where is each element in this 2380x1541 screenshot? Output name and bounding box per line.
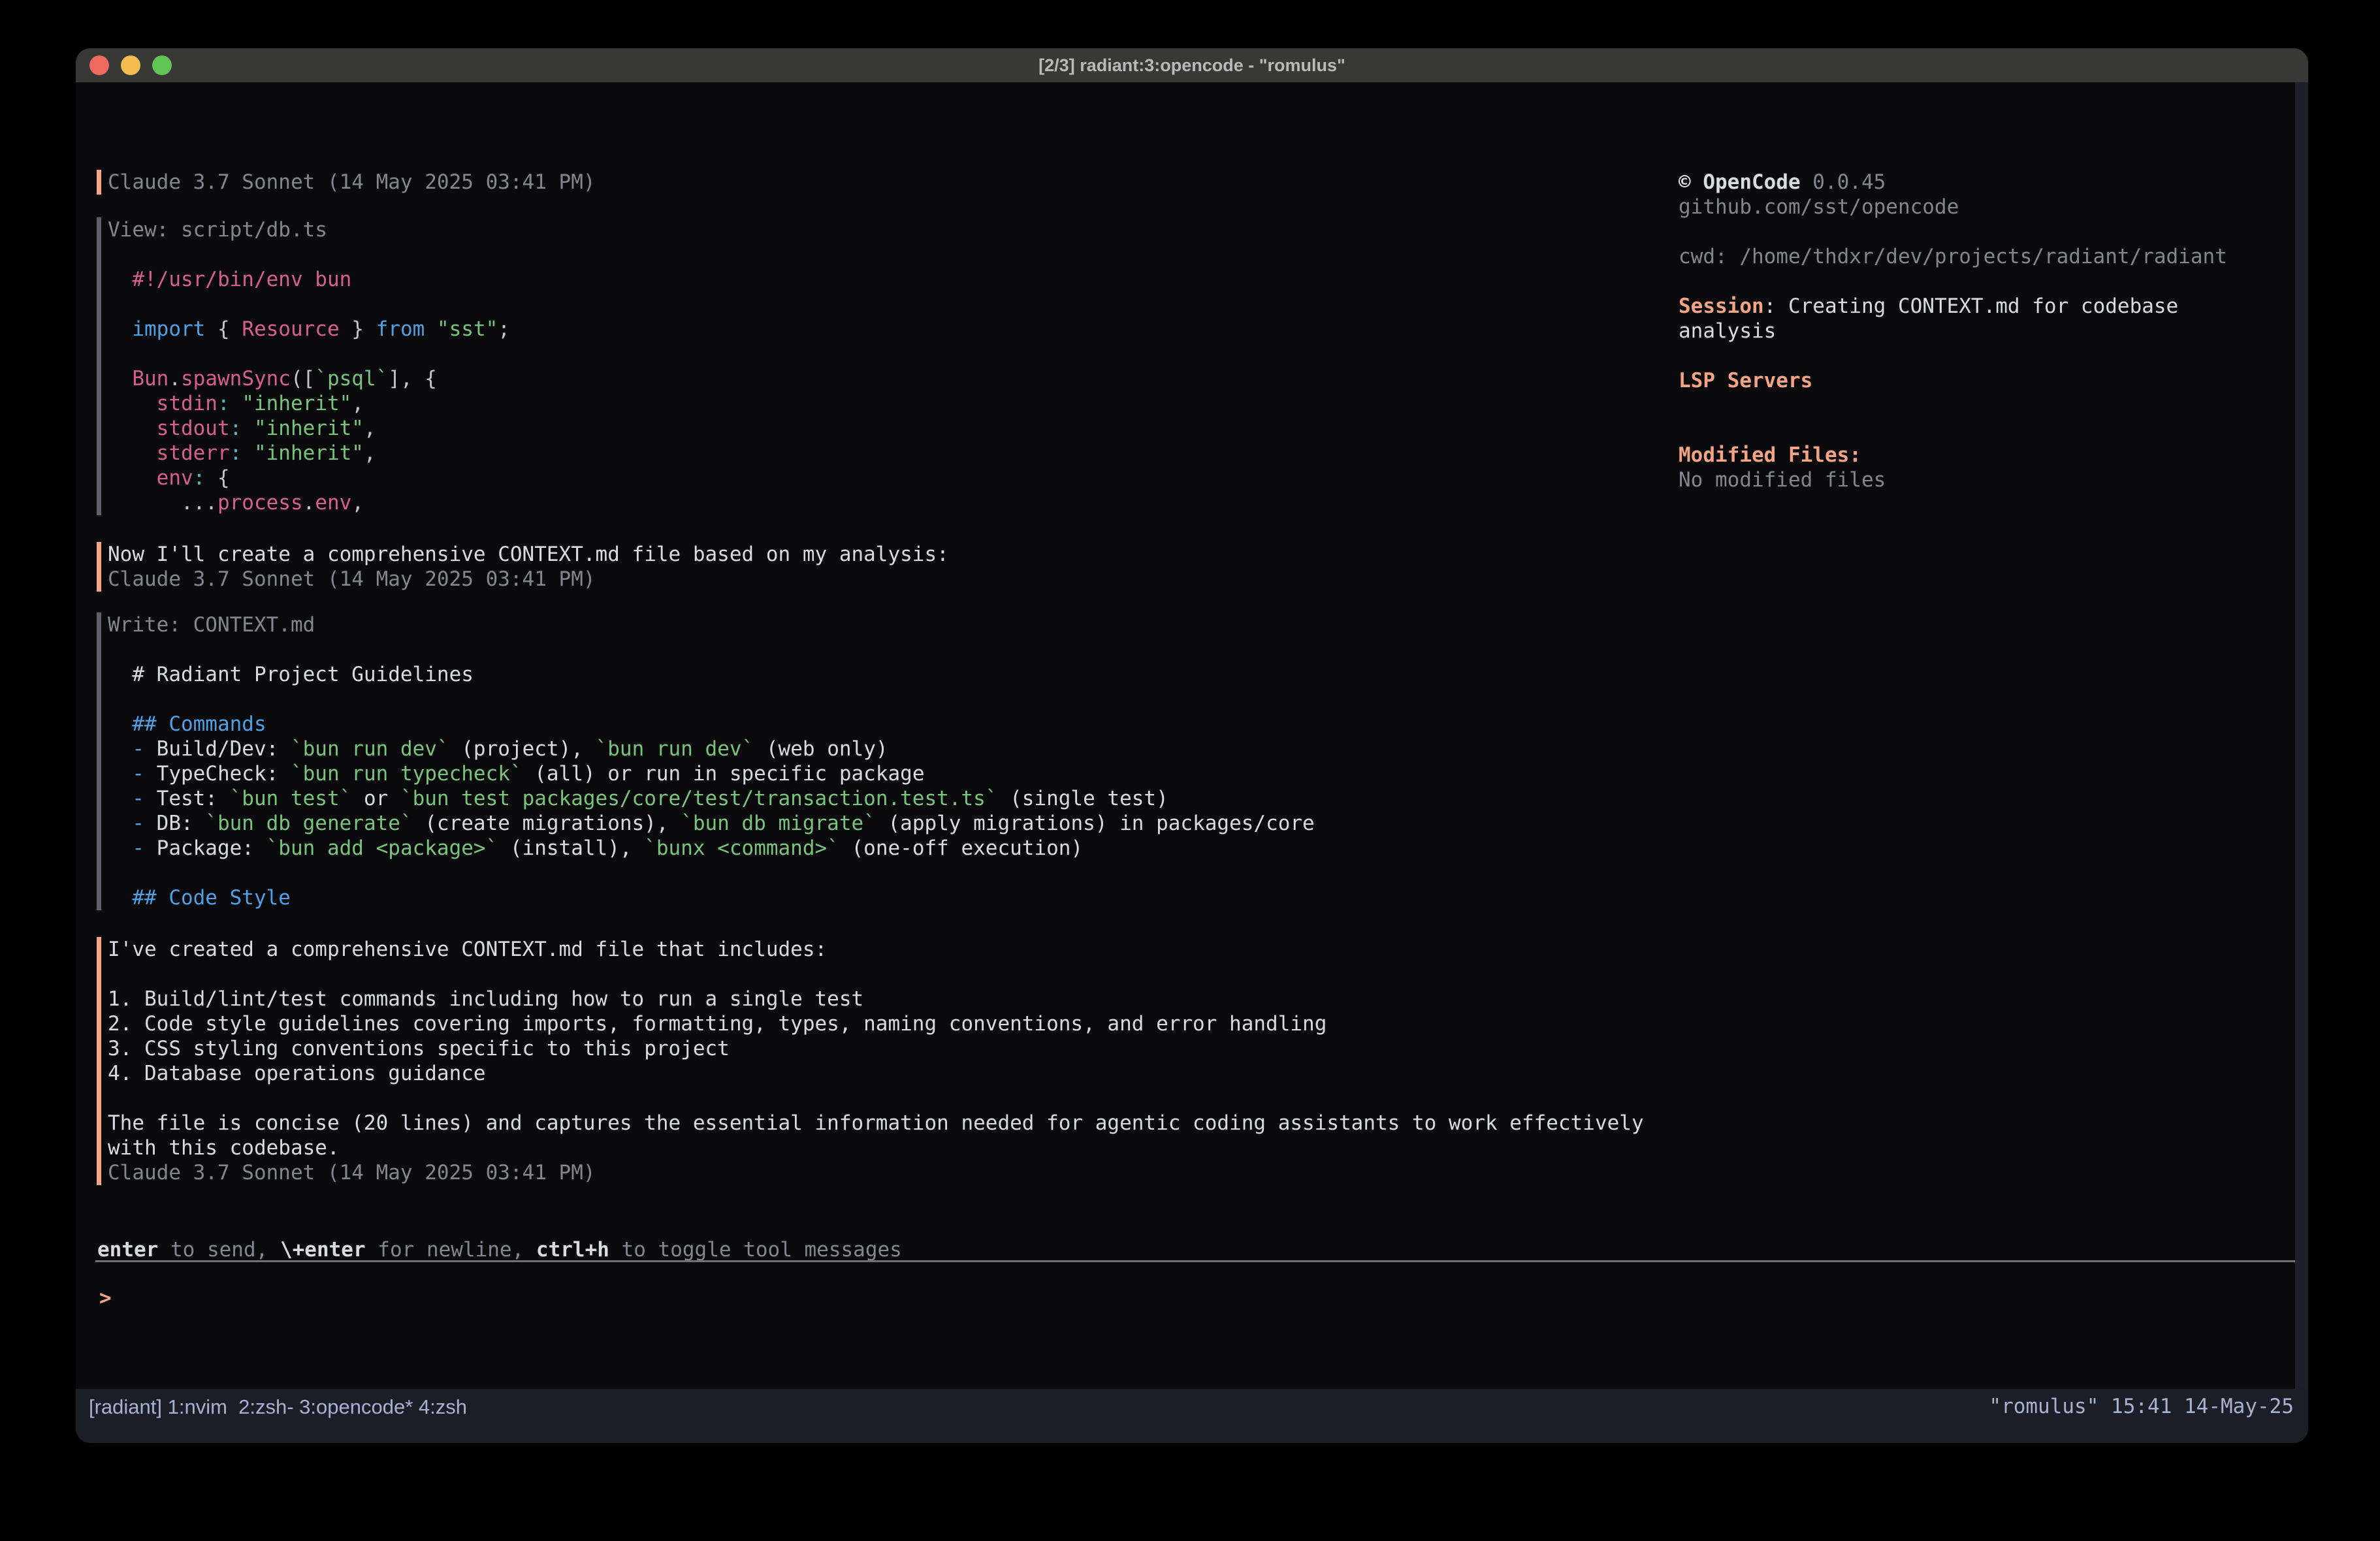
scrollbar-track[interactable] [2295,82,2308,1389]
text-line: analysis [1679,319,2286,343]
text-line: with this codebase. [108,1136,1638,1160]
text-line: No modified files [1679,468,2286,492]
text-line: stdout: "inherit", [108,416,1638,441]
text-line: Write: CONTEXT.md [108,612,1638,637]
input-divider [95,1260,2295,1262]
text-line: LSP Servers [1679,368,2286,393]
session-sidebar: © OpenCode 0.0.45github.com/sst/opencode… [1679,170,2286,492]
terminal-content: Claude 3.7 Sonnet (14 May 2025 03:41 PM)… [76,82,2308,1389]
window-title: [2/3] radiant:3:opencode - "romulus" [1038,56,1345,76]
text-line: github.com/sst/opencode [1679,195,2286,219]
text-line [1679,269,2286,294]
zoom-button[interactable] [152,56,172,75]
text-line [1679,219,2286,244]
text-line: #!/usr/bin/env bun [108,267,1638,292]
text-line: © OpenCode 0.0.45 [1679,170,2286,195]
text-line [1679,418,2286,443]
text-line: stderr: "inherit", [108,441,1638,466]
text-line: cwd: /home/thdxr/dev/projects/radiant/ra… [1679,244,2286,269]
text-line: Session: Creating CONTEXT.md for codebas… [1679,294,2286,319]
chat-history[interactable]: Claude 3.7 Sonnet (14 May 2025 03:41 PM)… [97,170,1638,1185]
text-line [108,637,1638,662]
text-line: - Package: `bun add <package>` (install)… [108,836,1638,861]
text-line: ## Code Style [108,885,1638,910]
tmux-host-clock: "romulus" 15:41 14-May-25 [1989,1395,2294,1418]
keybind-hints: enter to send, \+enter for newline, ctrl… [97,1237,902,1262]
text-line: stdin: "inherit", [108,391,1638,416]
text-line: 3. CSS styling conventions specific to t… [108,1036,1638,1061]
text-line: 4. Database operations guidance [108,1061,1638,1086]
text-line [108,342,1638,366]
text-line: ...process.env, [108,490,1638,515]
text-line [108,687,1638,712]
text-line: The file is concise (20 lines) and captu… [108,1111,1638,1136]
text-line [1679,393,2286,418]
text-line: View: script/db.ts [108,217,1638,242]
text-line: - Build/Dev: `bun run dev` (project), `b… [108,737,1638,761]
text-line [108,861,1638,885]
tool-output: Write: CONTEXT.md # Radiant Project Guid… [97,612,1638,910]
text-line: env: { [108,466,1638,490]
text-line: Bun.spawnSync([`psql`], { [108,366,1638,391]
terminal-window: [2/3] radiant:3:opencode - "romulus" Cla… [76,48,2308,1443]
assistant-message: Claude 3.7 Sonnet (14 May 2025 03:41 PM) [97,170,1638,195]
text-line [1679,343,2286,368]
text-line: # Radiant Project Guidelines [108,662,1638,687]
text-line: - DB: `bun db generate` (create migratio… [108,811,1638,836]
tool-output: View: script/db.ts #!/usr/bin/env bun im… [97,217,1638,515]
text-line [108,1086,1638,1111]
assistant-message: I've created a comprehensive CONTEXT.md … [97,937,1638,1185]
text-line: 2. Code style guidelines covering import… [108,1011,1638,1036]
tmux-window-list[interactable]: [radiant] 1:nvim 2:zsh- 3:opencode* 4:zs… [85,1395,471,1420]
text-line: import { Resource } from "sst"; [108,317,1638,342]
text-line: Claude 3.7 Sonnet (14 May 2025 03:41 PM) [108,1160,1638,1185]
minimize-button[interactable] [121,56,140,75]
prompt-caret: > [99,1286,112,1310]
text-line: - TypeCheck: `bun run typecheck` (all) o… [108,761,1638,786]
text-line [108,242,1638,267]
tmux-status-bar: [radiant] 1:nvim 2:zsh- 3:opencode* 4:zs… [76,1389,2308,1443]
keybind-hints-line: enter to send, \+enter for newline, ctrl… [97,1237,902,1262]
text-line: ## Commands [108,712,1638,737]
text-line: Claude 3.7 Sonnet (14 May 2025 03:41 PM) [108,567,1638,592]
text-line: Modified Files: [1679,443,2286,468]
title-bar: [2/3] radiant:3:opencode - "romulus" [76,48,2308,82]
message-input[interactable]: > [95,1273,2295,1391]
text-line: I've created a comprehensive CONTEXT.md … [108,937,1638,962]
text-line: - Test: `bun test` or `bun test packages… [108,786,1638,811]
text-line: 1. Build/lint/test commands including ho… [108,987,1638,1011]
text-line: Claude 3.7 Sonnet (14 May 2025 03:41 PM) [108,170,1638,195]
traffic-lights [89,56,172,75]
text-line [108,962,1638,987]
assistant-message: Now I'll create a comprehensive CONTEXT.… [97,542,1638,592]
close-button[interactable] [89,56,109,75]
text-line [108,292,1638,317]
text-line: Now I'll create a comprehensive CONTEXT.… [108,542,1638,567]
